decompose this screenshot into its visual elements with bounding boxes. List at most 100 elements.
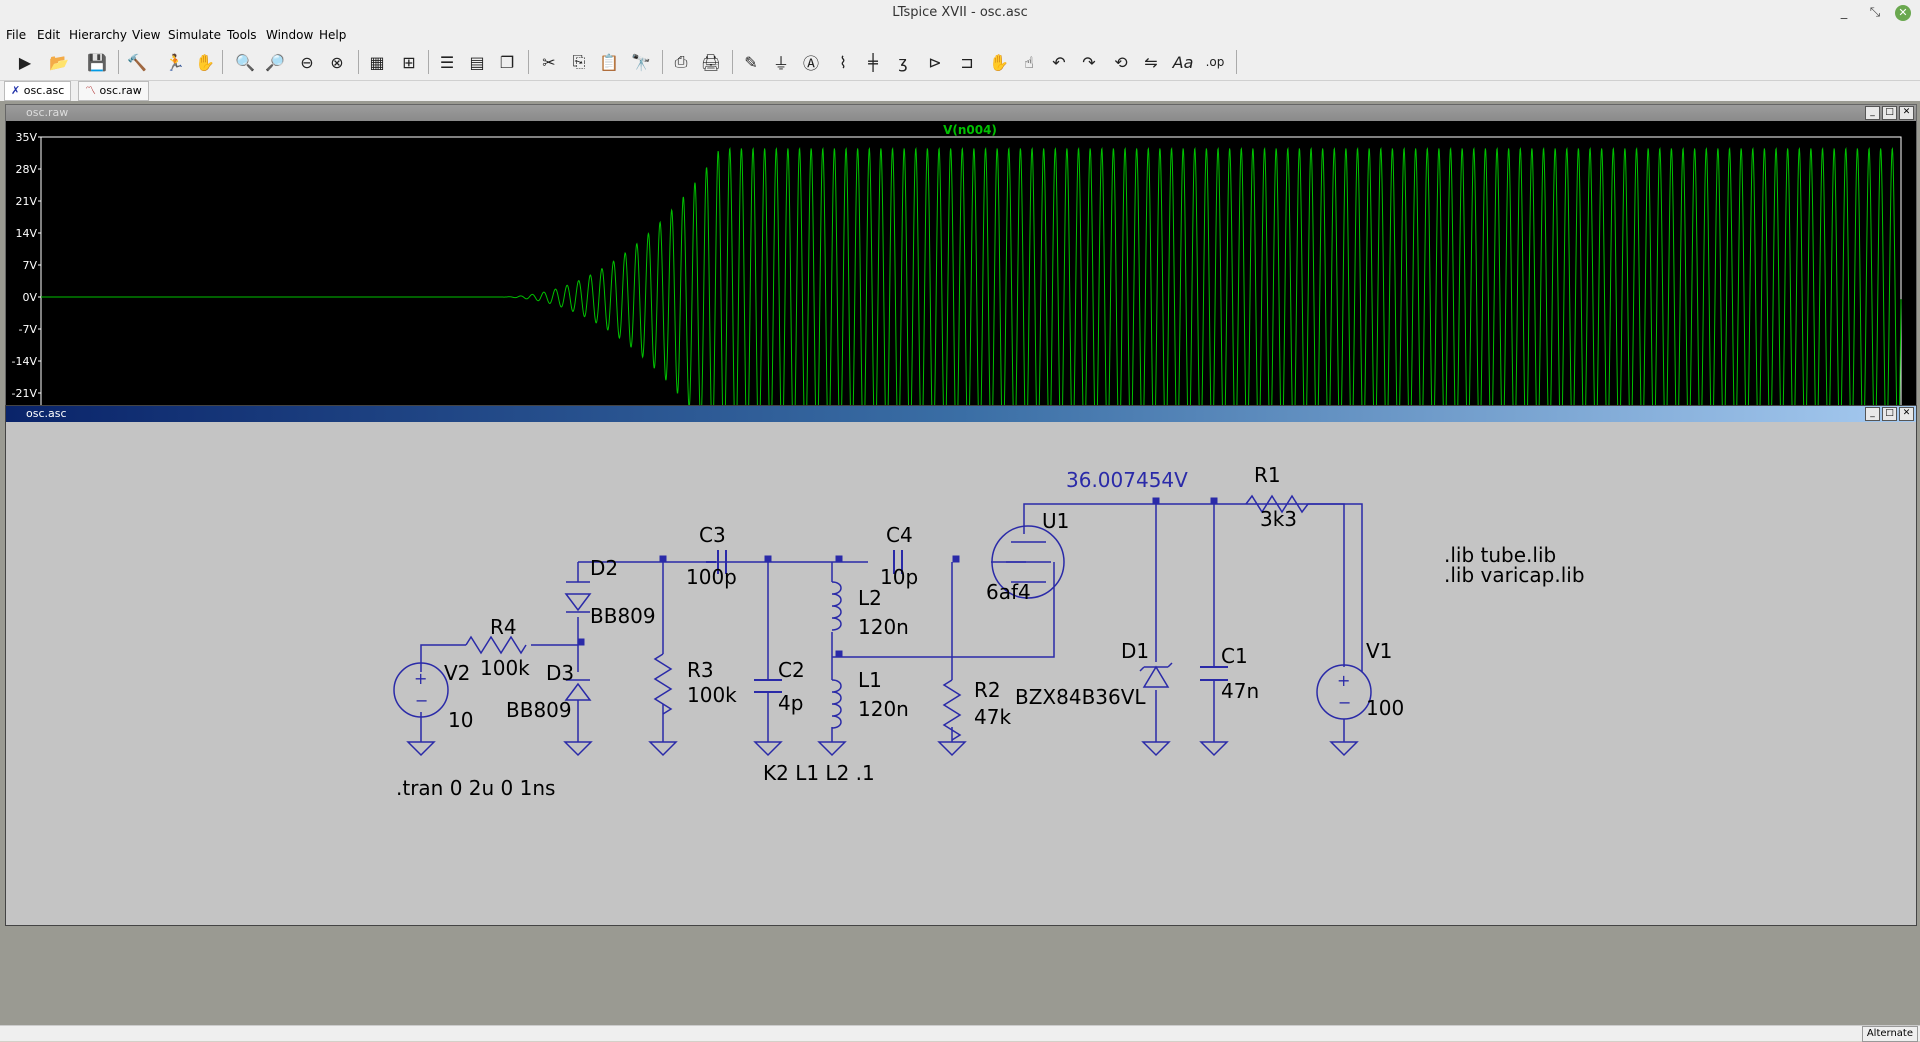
label-net-icon[interactable]: Ⓐ [798, 50, 824, 74]
zoom-out-icon[interactable]: ⊖ [294, 50, 320, 74]
d1-value[interactable]: BZX84B36VL [1015, 685, 1146, 709]
tab-waveform[interactable]: 〽 osc.raw [78, 81, 149, 101]
child-close-icon[interactable]: ✕ [1899, 407, 1914, 421]
minimize-icon[interactable]: _ [1834, 3, 1854, 23]
r3-value[interactable]: 100k [687, 683, 737, 707]
child-minimize-icon[interactable]: _ [1865, 106, 1880, 120]
zoom-in-icon[interactable]: 🔍 [232, 50, 258, 74]
y-tick-label: 0V [22, 291, 37, 304]
c4-name[interactable]: C4 [886, 523, 913, 547]
d3-value[interactable]: BB809 [506, 698, 572, 722]
r4-value[interactable]: 100k [480, 656, 530, 680]
copy-icon[interactable]: ⎘ [566, 50, 592, 74]
l2-name[interactable]: L2 [858, 586, 882, 610]
tab-schematic[interactable]: ✗ osc.asc [4, 81, 72, 101]
r2-name[interactable]: R2 [974, 678, 1001, 702]
r1-value[interactable]: 3k3 [1260, 507, 1297, 531]
menu-file[interactable]: File [6, 28, 26, 42]
l1-value[interactable]: 120n [858, 697, 909, 721]
autorange-icon[interactable]: ▦ [364, 50, 390, 74]
c3-name[interactable]: C3 [699, 523, 726, 547]
run-sim-icon[interactable]: 🏃 [162, 50, 188, 74]
menu-hierarchy[interactable]: Hierarchy [69, 28, 127, 42]
find-icon[interactable]: 🔭 [628, 50, 654, 74]
tile-vertical-icon[interactable]: ▤ [464, 50, 490, 74]
v1-value[interactable]: 100 [1366, 696, 1404, 720]
component-icon[interactable]: ⊐ [954, 50, 980, 74]
c4-value[interactable]: 10p [880, 565, 918, 589]
menu-simulate[interactable]: Simulate [168, 28, 221, 42]
c1-name[interactable]: C1 [1221, 644, 1248, 668]
trace-label[interactable]: V(n004) [943, 123, 997, 137]
pan-icon[interactable]: 🔎 [262, 50, 288, 74]
draw-wire-icon[interactable]: ✎ [738, 50, 764, 74]
r1-name[interactable]: R1 [1254, 463, 1281, 487]
r4-name[interactable]: R4 [490, 615, 517, 639]
paste-icon[interactable]: 📋 [596, 50, 622, 74]
v2-value[interactable]: 10 [448, 708, 473, 732]
grid-icon[interactable]: ⊞ [396, 50, 422, 74]
schematic-canvas[interactable]: + − + − 36.007454V R4 100k V2 10 D2 BB809 … [6, 422, 1916, 925]
print-preview-icon[interactable]: ⎙ [668, 50, 694, 74]
d2-name[interactable]: D2 [590, 556, 618, 580]
control-panel-icon[interactable]: 🔨 [124, 50, 150, 74]
r2-value[interactable]: 47k [974, 705, 1011, 729]
resistor-icon[interactable]: ⌇ [830, 50, 856, 74]
text-icon[interactable]: Aa [1170, 50, 1196, 74]
c3-value[interactable]: 100p [686, 565, 737, 589]
menu-edit[interactable]: Edit [37, 28, 60, 42]
cascade-icon[interactable]: ❐ [494, 50, 520, 74]
open-icon[interactable]: 📂 [46, 50, 72, 74]
child-close-icon[interactable]: ✕ [1899, 106, 1914, 120]
tile-horizontal-icon[interactable]: ☰ [434, 50, 460, 74]
menu-view[interactable]: View [132, 28, 160, 42]
menu-window[interactable]: Window [266, 28, 313, 42]
directive-coupling[interactable]: K2 L1 L2 .1 [763, 761, 875, 785]
cut-icon[interactable]: ✂ [536, 50, 562, 74]
mirror-icon[interactable]: ⇋ [1138, 50, 1164, 74]
c2-value[interactable]: 4p [778, 691, 803, 715]
move-icon[interactable]: ✋ [986, 50, 1012, 74]
spice-directive-icon[interactable]: .op [1202, 50, 1228, 74]
inductor-icon[interactable]: ʒ [890, 50, 916, 74]
u1-value[interactable]: 6af4 [986, 580, 1031, 604]
restore-icon[interactable]: ⤡ [1865, 3, 1885, 23]
schematic-window-title[interactable]: osc.asc [6, 406, 1916, 422]
d2-value[interactable]: BB809 [590, 604, 656, 628]
menu-bar: File Edit Hierarchy View Simulate Tools … [0, 26, 1920, 44]
zener-d1 [1139, 662, 1173, 688]
capacitor-icon[interactable]: ╪ [860, 50, 886, 74]
waveform-window-title[interactable]: osc.raw [6, 105, 1916, 121]
l1-name[interactable]: L1 [858, 668, 882, 692]
node-voltage-label[interactable]: 36.007454V [1066, 468, 1188, 492]
ground-icon[interactable]: ⏚ [768, 50, 794, 74]
r3-name[interactable]: R3 [687, 658, 714, 682]
directive-lib-varicap[interactable]: .lib varicap.lib [1444, 563, 1585, 587]
print-icon[interactable]: 🖨 [698, 50, 724, 74]
halt-icon[interactable]: ✋ [192, 50, 218, 74]
zoom-fit-icon[interactable]: ⊗ [324, 50, 350, 74]
save-icon[interactable]: 💾 [84, 50, 110, 74]
l2-value[interactable]: 120n [858, 615, 909, 639]
d1-name[interactable]: D1 [1121, 639, 1149, 663]
child-maximize-icon[interactable]: □ [1882, 407, 1897, 421]
redo-icon[interactable]: ↷ [1076, 50, 1102, 74]
d3-name[interactable]: D3 [546, 661, 574, 685]
directive-tran[interactable]: .tran 0 2u 0 1ns [396, 776, 555, 800]
diode-icon[interactable]: ⊳ [922, 50, 948, 74]
u1-name[interactable]: U1 [1042, 509, 1069, 533]
close-icon[interactable]: ✕ [1895, 5, 1911, 21]
schematic-drawing[interactable]: +− +− 36.007454V R4 100k V2 10 D2 BB809 … [6, 422, 1914, 923]
menu-tools[interactable]: Tools [227, 28, 257, 42]
drag-icon[interactable]: ☝ [1016, 50, 1042, 74]
child-maximize-icon[interactable]: □ [1882, 106, 1897, 120]
c2-name[interactable]: C2 [778, 658, 805, 682]
v1-name[interactable]: V1 [1366, 639, 1392, 663]
undo-icon[interactable]: ↶ [1046, 50, 1072, 74]
v2-name[interactable]: V2 [444, 661, 470, 685]
c1-value[interactable]: 47n [1221, 679, 1259, 703]
rotate-icon[interactable]: ⟲ [1108, 50, 1134, 74]
run-icon[interactable]: ▶ [12, 50, 38, 74]
menu-help[interactable]: Help [319, 28, 346, 42]
child-minimize-icon[interactable]: _ [1865, 407, 1880, 421]
